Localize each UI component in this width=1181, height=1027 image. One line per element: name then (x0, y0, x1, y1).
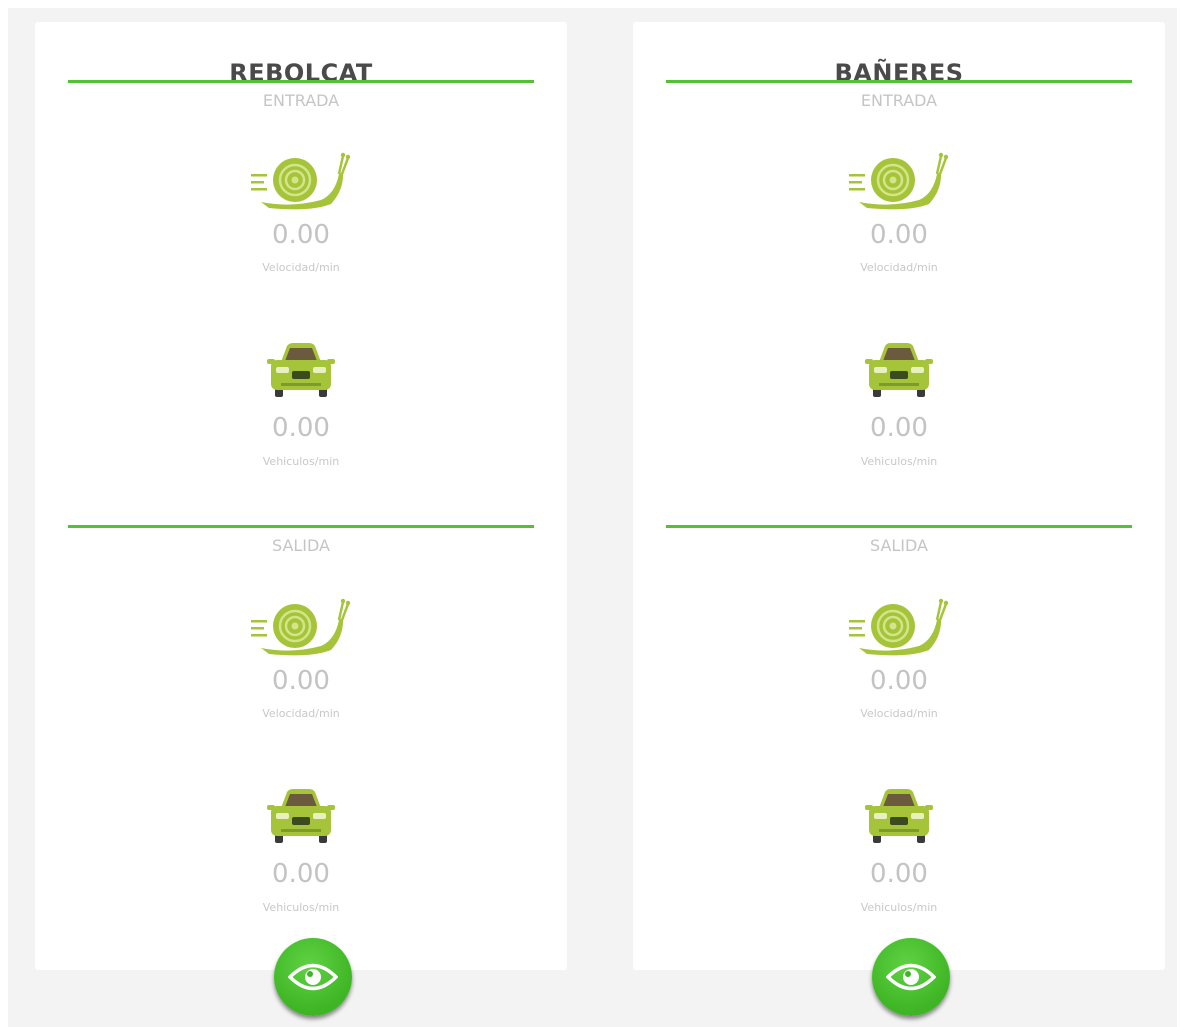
speed-value: 0.00 (870, 666, 928, 696)
station-card: BAÑERES ENTRADA 0.00 Velocidad/min 0.00 … (633, 22, 1165, 970)
eye-icon (886, 963, 936, 991)
divider (666, 80, 1132, 83)
section-label-salida: SALIDA (869, 536, 928, 555)
speed-unit: Velocidad/min (262, 261, 340, 274)
divider (68, 80, 534, 83)
car-icon (865, 342, 933, 398)
vehicles-unit: Vehiculos/min (262, 455, 340, 468)
car-icon (267, 788, 335, 844)
speed-value: 0.00 (272, 666, 330, 696)
eye-icon (288, 963, 338, 991)
speed-value: 0.00 (870, 220, 928, 250)
divider (68, 525, 534, 528)
divider (666, 525, 1132, 528)
view-details-button[interactable] (274, 938, 352, 1016)
vehicles-value: 0.00 (272, 859, 330, 889)
vehicles-value: 0.00 (870, 859, 928, 889)
snail-icon (849, 596, 949, 656)
car-icon (865, 788, 933, 844)
vehicles-unit: Vehiculos/min (860, 455, 938, 468)
speed-value: 0.00 (272, 220, 330, 250)
view-details-button[interactable] (872, 938, 950, 1016)
snail-icon (849, 150, 949, 210)
station-card: REBOLCAT ENTRADA 0.00 Velocidad/min 0.00… (35, 22, 567, 970)
vehicles-value: 0.00 (272, 413, 330, 443)
section-label-entrada: ENTRADA (860, 91, 938, 110)
section-label-entrada: ENTRADA (262, 91, 340, 110)
car-icon (267, 342, 335, 398)
section-label-salida: SALIDA (271, 536, 330, 555)
vehicles-unit: Vehiculos/min (262, 901, 340, 914)
vehicles-value: 0.00 (870, 413, 928, 443)
snail-icon (251, 150, 351, 210)
speed-unit: Velocidad/min (860, 261, 938, 274)
speed-unit: Velocidad/min (860, 707, 938, 720)
vehicles-unit: Vehiculos/min (860, 901, 938, 914)
snail-icon (251, 596, 351, 656)
speed-unit: Velocidad/min (262, 707, 340, 720)
